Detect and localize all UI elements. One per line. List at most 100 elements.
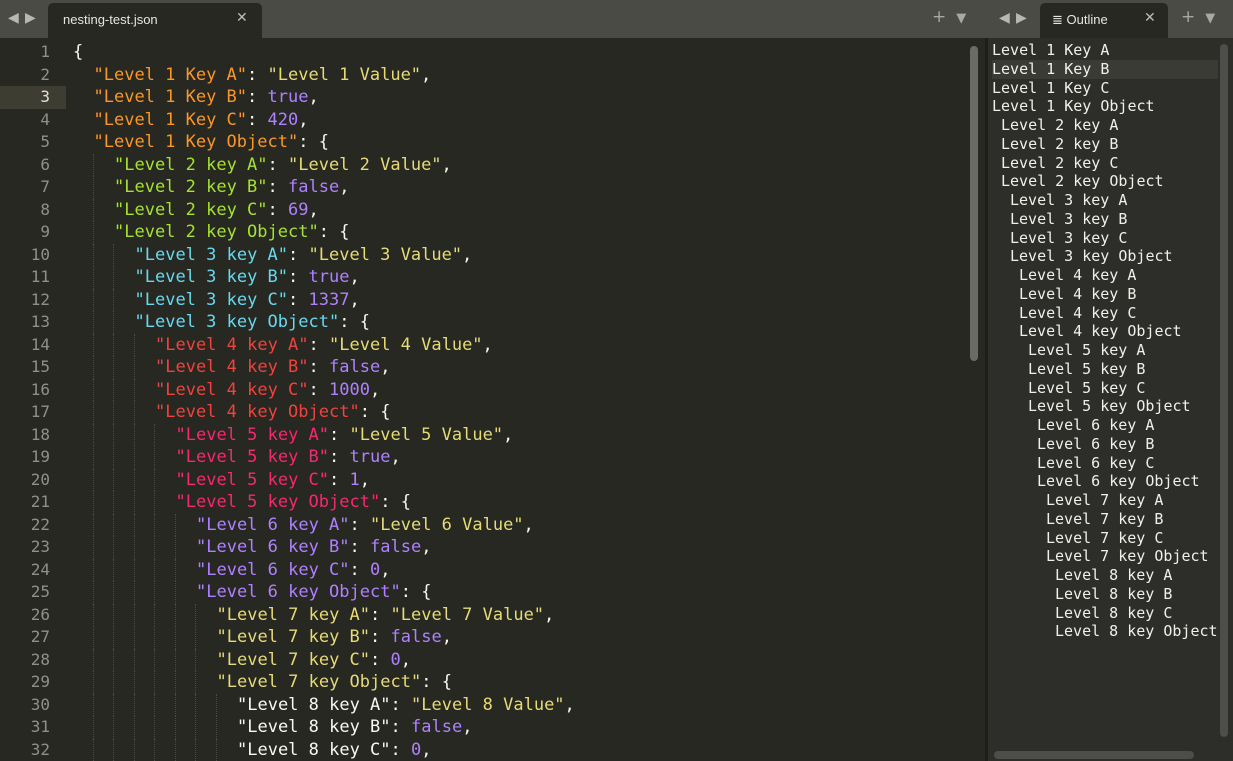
json-value: true [308,267,350,287]
outline-item[interactable]: Level 5 key Object [992,397,1218,416]
indent-guide [92,378,94,401]
colon: : [288,244,309,265]
outline-item[interactable]: Level 2 key C [992,154,1218,173]
outline-item[interactable]: Level 7 key C [992,529,1218,548]
outline-item[interactable]: Level 6 key Object [992,472,1218,491]
comma: , [503,424,514,445]
outline-item[interactable]: Level 3 key C [992,229,1218,248]
line-number: 20 [30,469,50,489]
indent-guide [113,311,114,334]
outline-item[interactable]: Level 4 key C [992,304,1218,323]
indent-guide [195,626,196,649]
indent-guide [154,536,155,559]
new-tab-plus-icon[interactable]: + [1181,7,1195,27]
comma: , [523,514,534,535]
colon: : [370,604,391,625]
editor-scrollbar[interactable] [970,46,978,361]
outline-item[interactable]: Level 1 Key B [992,59,1218,79]
indent-guide [174,626,176,649]
brace: { [441,672,452,692]
outline-horizontal-scrollbar[interactable] [994,751,1194,759]
outline-item[interactable]: Level 8 key A [992,566,1218,585]
code-editor[interactable]: 1 2 3 4 5 6 7 8 9 10 11 12 13 14 15 16 17 18 19 20 21 22 23 24 2… [0,38,985,761]
outline-item[interactable]: Level 5 key C [992,379,1218,398]
outline-item[interactable]: Level 3 key B [992,210,1218,229]
outline-item[interactable]: Level 8 key Object [992,622,1218,641]
outline-item[interactable]: Level 7 key Object [992,547,1218,566]
tab-nesting-test-json[interactable]: nesting-test.json ✕ [48,3,262,38]
indent-guide [113,536,114,559]
colon: : [247,64,268,85]
nav-back-icon[interactable]: ◀ [999,10,1010,26]
colon: : [308,379,330,400]
outline-item[interactable]: Level 3 key A [992,191,1218,210]
comma: , [441,154,452,175]
indent-guide [92,288,94,311]
json-key: "Level 7 key Object" [216,672,422,692]
outline-item[interactable]: Level 4 key B [992,285,1218,304]
nav-forward-icon[interactable]: ▶ [25,10,36,26]
outline-item[interactable]: Level 1 Key A [992,41,1218,60]
line-number: 32 [30,739,50,759]
outline-item[interactable]: Level 5 key A [992,341,1218,360]
json-key: "Level 2 key A" [114,154,268,175]
tab-menu-chevron-icon[interactable]: ▼ [1205,11,1215,26]
colon: : [288,267,309,287]
outline-item[interactable]: Level 8 key C [992,604,1218,623]
code-line: "Level 4 key B": false, [73,356,965,379]
nav-back-icon[interactable]: ◀ [8,10,19,26]
new-tab-plus-icon[interactable]: + [932,7,946,27]
indent-guide [92,558,94,581]
outline-item[interactable]: Level 7 key A [992,491,1218,510]
line-number: 11 [30,267,50,286]
comma: , [462,717,473,737]
code-area[interactable]: {"Level 1 Key A": "Level 1 Value", "Level… [73,41,965,761]
outline-item[interactable]: Level 6 key B [992,435,1218,454]
indent-guide [195,693,196,716]
outline-item[interactable]: Level 2 key B [992,135,1218,154]
outline-vertical-scrollbar[interactable] [1220,44,1228,737]
indent-guide [92,333,94,356]
tab-menu-chevron-icon[interactable]: ▼ [956,11,966,26]
indent-guide [113,423,114,446]
indent-guide [133,378,135,401]
tab-close-icon[interactable]: ✕ [236,10,248,26]
indent-guide [113,243,114,266]
line-number: 25 [30,582,50,601]
json-key: "Level 4 key A" [155,334,309,355]
code-line: "Level 4 key A": "Level 4 Value", [73,333,965,356]
indent-guide [133,558,135,581]
tab-tools: + ▼ [1171,7,1215,27]
outline-item[interactable]: Level 1 Key Object [992,97,1218,116]
outline-item[interactable]: Level 1 Key C [992,79,1218,98]
outline-item[interactable]: Level 5 key B [992,360,1218,379]
nav-forward-icon[interactable]: ▶ [1016,10,1027,26]
brace: { [421,582,432,602]
json-key: "Level 3 key A" [134,244,289,265]
outline-item[interactable]: Level 8 key B [992,585,1218,604]
comma: , [349,289,360,310]
outline-item[interactable]: Level 4 key A [992,266,1218,285]
outline-item[interactable]: Level 2 key A [992,116,1218,135]
indent-guide [215,693,217,716]
outline-item[interactable]: Level 4 key Object [992,322,1218,341]
json-value: 0 [390,649,401,670]
brace: { [318,132,329,152]
tab-outline[interactable]: ≣ Outline ✕ [1040,3,1168,38]
outline-item[interactable]: Level 3 key Object [992,247,1218,266]
colon: : [339,312,360,332]
outline-panel: Level 1 Key A Level 1 Key B Level 1 Key CL… [988,38,1233,761]
brace: { [380,402,391,422]
tab-label-group: ≣ Outline [1052,12,1108,28]
outline-item[interactable]: Level 6 key A [992,416,1218,435]
colon: : [380,492,401,512]
indent-guide [113,626,114,649]
indent-guide [92,513,94,536]
outline-item[interactable]: Level 7 key B [992,510,1218,529]
tab-close-icon[interactable]: ✕ [1144,10,1156,26]
code-line: "Level 8 key B": false, [73,716,965,739]
outline-item[interactable]: Level 2 key Object [992,172,1218,191]
colon: : [247,87,268,107]
outline-item[interactable]: Level 6 key C [992,454,1218,473]
indent-guide [92,468,94,491]
